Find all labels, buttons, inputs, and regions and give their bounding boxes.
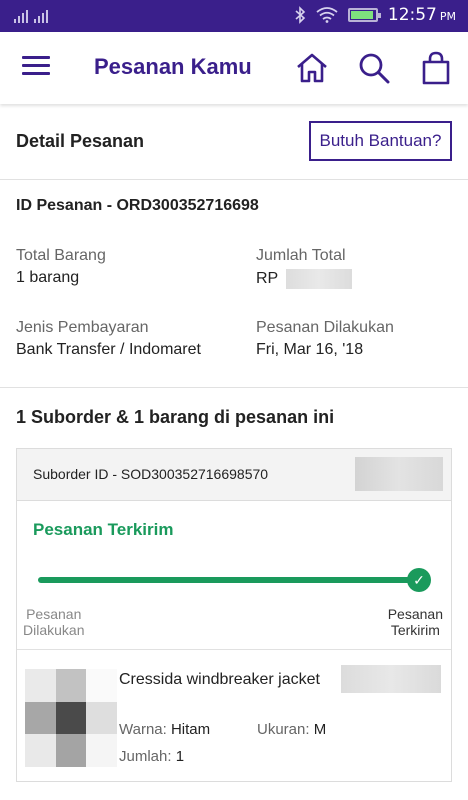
suborder-header: Suborder ID - SOD300352716698570 — [17, 449, 451, 501]
status-time: 12:57 PM — [387, 5, 456, 25]
status-bar: 12:57 PM — [0, 0, 468, 32]
page-title: Pesanan Kamu — [94, 54, 252, 79]
search-icon[interactable] — [356, 50, 392, 86]
signal-icon — [14, 9, 28, 23]
shopping-bag-icon[interactable] — [418, 50, 454, 86]
home-icon[interactable] — [294, 50, 330, 86]
bluetooth-icon — [295, 6, 306, 24]
suborder-id: Suborder ID - SOD300352716698570 — [33, 466, 269, 482]
order-summary: 1 Suborder & 1 barang di pesanan ini — [16, 407, 335, 427]
product-color: Warna: Hitam — [119, 721, 211, 738]
signal-indicators — [14, 9, 48, 23]
app-bar: Pesanan Kamu — [0, 32, 468, 104]
product-name[interactable]: Cressida windbreaker jacket — [119, 671, 320, 689]
section-title: Detail Pesanan — [16, 131, 145, 151]
check-icon: ✓ — [407, 568, 431, 592]
shipment-status: Pesanan Terkirim — [33, 520, 174, 539]
product-quantity: Jumlah: 1 — [119, 748, 185, 765]
product-size: Ukuran: M — [257, 721, 327, 738]
placed-date: Fri, Mar 16, '18 — [256, 341, 364, 358]
payment-value: Bank Transfer / Indomaret — [16, 341, 201, 358]
payment-label: Jenis Pembayaran — [16, 319, 149, 336]
product-image[interactable] — [25, 669, 117, 767]
order-info: ID Pesanan - ORD300352716698 Total Baran… — [0, 180, 468, 388]
menu-icon-bar — [22, 56, 50, 59]
menu-button[interactable] — [22, 56, 50, 80]
battery-icon — [347, 8, 381, 22]
suborder-card: Suborder ID - SOD300352716698570 Pesanan… — [16, 448, 452, 782]
step-label-placed: Pesanan Dilakukan — [23, 606, 85, 638]
currency-label: RP — [256, 270, 278, 288]
order-id: ID Pesanan - ORD300352716698 — [16, 197, 259, 214]
progress-track — [38, 577, 420, 583]
suborder-thumbnail-redacted — [355, 457, 443, 491]
wifi-icon — [316, 7, 338, 23]
divider — [17, 649, 451, 650]
total-items-value: 1 barang — [16, 269, 80, 286]
amount-redacted — [286, 269, 353, 289]
product-price-redacted — [341, 665, 441, 693]
placed-label: Pesanan Dilakukan — [256, 319, 394, 336]
total-amount-label: Jumlah Total — [256, 247, 346, 264]
menu-icon-bar — [22, 64, 50, 67]
total-amount-value: RP — [256, 269, 353, 289]
detail-header: Detail Pesanan Butuh Bantuan? — [0, 104, 468, 180]
step-label-delivered: Pesanan Terkirim — [387, 606, 443, 638]
menu-icon-bar — [22, 72, 50, 75]
total-items-label: Total Barang — [16, 247, 106, 264]
help-button[interactable]: Butuh Bantuan? — [309, 121, 452, 161]
signal-2-icon — [34, 9, 48, 23]
